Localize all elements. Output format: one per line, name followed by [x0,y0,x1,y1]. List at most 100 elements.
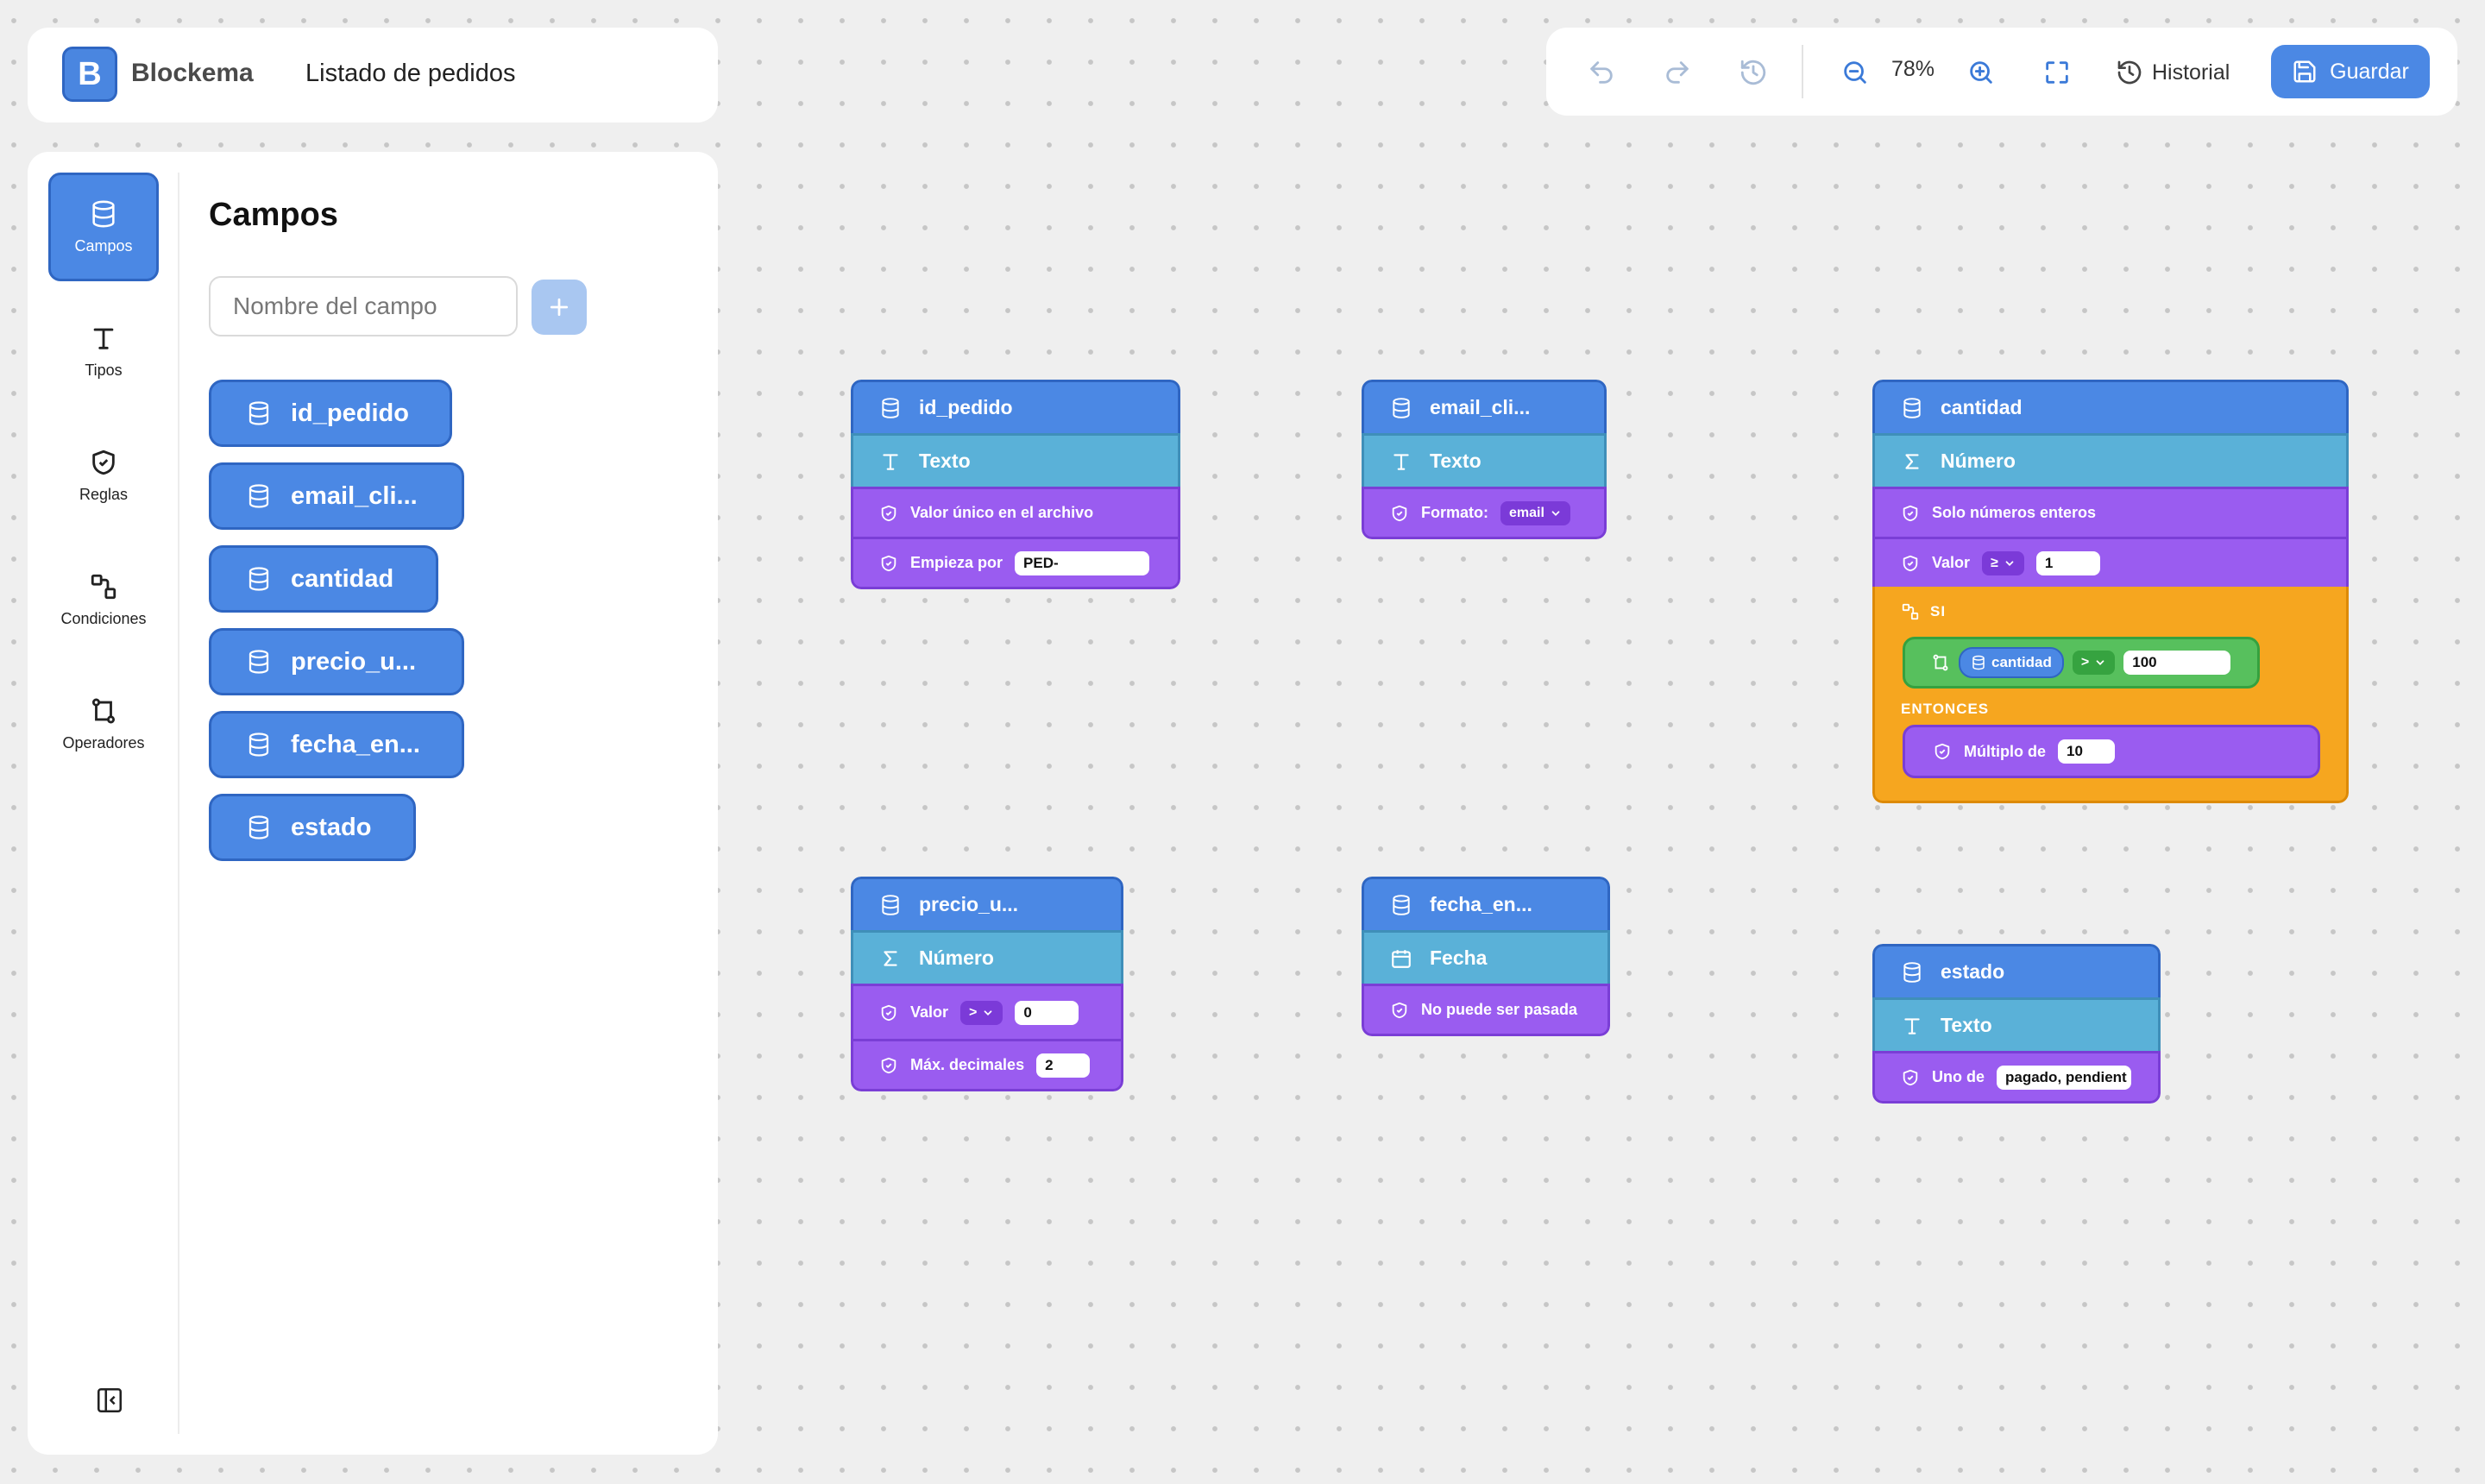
rule-label: Valor único en el archivo [910,504,1094,521]
undo-button[interactable] [1581,52,1622,93]
fit-screen-button[interactable] [2036,52,2078,93]
type-row[interactable]: Texto [1362,433,1607,487]
value-input[interactable]: 1 [2035,550,2100,575]
field-block-cantidad[interactable]: cantidad Número Solo números enteros Val… [1872,380,2349,803]
block-header[interactable]: email_cli... [1362,380,1607,433]
then-rule-row[interactable]: Múltiplo de 10 [1903,725,2320,778]
document-title[interactable]: Listado de pedidos [305,60,515,88]
type-label: Texto [1941,1014,1992,1036]
block-title: id_pedido [919,396,1013,418]
allowed-values-input[interactable]: pagado, pendient [1997,1065,2131,1090]
rule-label: Empieza por [910,554,1003,571]
database-icon [248,733,269,757]
field-name-input[interactable] [209,276,518,336]
database-icon [248,401,269,425]
type-icon [1904,1017,1920,1034]
field-block-precio[interactable]: precio_u... Número Valor > 0 Máx. decima… [851,877,1123,1091]
toolbar: 78% Historial Guardar [1546,28,2457,116]
rail-item-reglas[interactable]: Reglas [48,421,159,530]
condition-icon [1902,603,1919,620]
save-label: Guardar [2330,59,2409,84]
rule-row[interactable]: Valor único en el archivo [851,487,1180,537]
rule-row[interactable]: Máx. decimales 2 [851,1039,1123,1091]
comparison-operator-select[interactable]: > [2072,651,2116,675]
add-field-button[interactable] [532,280,587,335]
collapse-panel-icon[interactable] [95,1386,124,1415]
field-block-estado[interactable]: estado Texto Uno de pagado, pendient [1872,944,2161,1104]
rail-item-operadores[interactable]: Operadores [48,670,159,778]
block-header[interactable]: fecha_en... [1362,877,1610,930]
block-header[interactable]: cantidad [1872,380,2349,433]
save-icon [2293,60,2316,83]
condition-block[interactable]: SI cantidad > 100 ENTONCES Múltiplo de 1… [1872,587,2349,803]
field-chip[interactable]: fecha_en... [209,711,464,778]
field-chip-label: precio_u... [291,647,417,676]
field-chip[interactable]: estado [209,794,416,861]
multiple-input[interactable]: 10 [2057,739,2115,764]
plus-icon [550,298,569,317]
history-button[interactable]: Historial [2116,53,2230,91]
field-chip[interactable]: cantidad [209,545,438,613]
chevron-down-icon [2005,560,2014,566]
condition-field-pill[interactable]: cantidad [1959,647,2064,678]
operator-icon [1933,654,1948,671]
zoom-level: 78% [1891,57,1935,81]
calendar-icon [1392,949,1411,968]
type-row[interactable]: Número [1872,433,2349,487]
rule-label: Solo números enteros [1932,504,2097,521]
shield-check-icon [92,450,115,475]
condition-field-label: cantidad [1991,654,2052,670]
prefix-input[interactable]: PED- [1015,550,1150,575]
database-icon [1903,961,1921,983]
undo-icon [1590,61,1613,84]
comparison-operator-value: > [2080,655,2090,670]
value-input[interactable]: 0 [1015,1000,1079,1025]
rail-item-condiciones[interactable]: Condiciones [48,545,159,654]
format-select[interactable]: email [1500,500,1570,525]
rule-row[interactable]: Valor > 0 [851,984,1123,1039]
rule-row[interactable]: No puede ser pasada [1362,984,1610,1036]
zoom-in-button[interactable] [1960,52,2002,93]
field-block-fecha[interactable]: fecha_en... Fecha No puede ser pasada [1362,877,1610,1036]
operator-select[interactable]: ≥ [1982,550,2024,575]
rule-row[interactable]: Empieza por PED- [851,537,1180,589]
zoom-in-icon [1970,61,1992,84]
operator-select-value: ≥ [1991,555,1998,570]
redo-button[interactable] [1657,52,1698,93]
rail-label: Condiciones [60,609,147,627]
rail-item-campos[interactable]: Campos [48,173,159,281]
database-icon [92,200,115,227]
zoom-out-button[interactable] [1834,52,1876,93]
operator-select[interactable]: > [960,1000,1003,1025]
database-icon [1972,655,1985,670]
zoom-out-icon [1844,61,1866,84]
rule-row[interactable]: Valor ≥ 1 [1872,537,2349,587]
rule-row[interactable]: Formato: email [1362,487,1607,539]
chevron-down-icon [2096,660,2104,665]
field-block-email[interactable]: email_cli... Texto Formato: email [1362,380,1607,539]
field-chip[interactable]: precio_u... [209,628,464,695]
block-header[interactable]: id_pedido [851,380,1180,433]
database-icon [882,894,899,915]
save-button[interactable]: Guardar [2271,45,2430,98]
rail-item-tipos[interactable]: Tipos [48,297,159,406]
block-title: cantidad [1941,396,2023,418]
comparison-row[interactable]: cantidad > 100 [1903,637,2260,689]
decimals-input[interactable]: 2 [1036,1053,1091,1078]
block-header[interactable]: precio_u... [851,877,1123,930]
field-chip[interactable]: id_pedido [209,380,452,447]
type-row[interactable]: Fecha [1362,930,1610,984]
type-row[interactable]: Texto [851,433,1180,487]
shield-check-icon [881,505,896,521]
reset-button[interactable] [1733,52,1774,93]
comparison-value-input[interactable]: 100 [2123,651,2231,675]
field-block-id-pedido[interactable]: id_pedido Texto Valor único en el archiv… [851,380,1180,589]
block-header[interactable]: estado [1872,944,2161,997]
rule-row[interactable]: Uno de pagado, pendient [1872,1051,2161,1104]
field-chip[interactable]: email_cli... [209,462,464,530]
sidebar: Campos Tipos Reglas Condiciones Operador… [28,152,718,1455]
type-row[interactable]: Número [851,930,1123,984]
field-chip-label: id_pedido [291,399,409,427]
rule-row[interactable]: Solo números enteros [1872,487,2349,537]
type-row[interactable]: Texto [1872,997,2161,1051]
